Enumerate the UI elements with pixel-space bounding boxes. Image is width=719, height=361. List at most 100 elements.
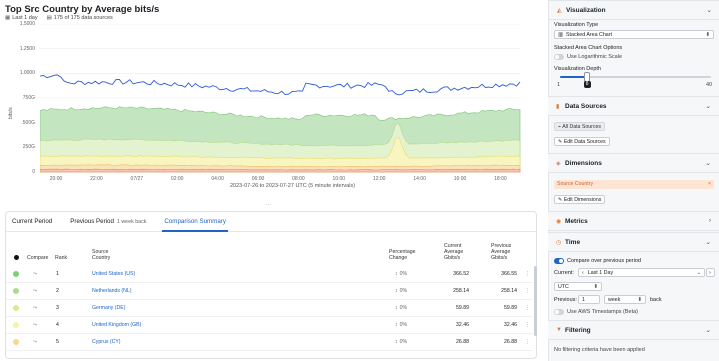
pencil-icon: ✎ — [558, 197, 563, 203]
y-tick-label: 1.0000 — [19, 70, 35, 77]
edit-dimensions-button[interactable]: ✎ Edit Dimensions — [554, 195, 606, 204]
section-metrics-header[interactable]: ◉ Metrics › — [548, 211, 719, 231]
rank-cell: 4 — [56, 322, 59, 328]
rank-cell: 1 — [56, 271, 59, 277]
back-label: back — [650, 297, 662, 303]
current-label: Current: — [554, 270, 574, 276]
country-link[interactable]: Cyprus (CY) — [92, 339, 121, 345]
table-row[interactable]: ⤳ 3 Germany (DE) ↕ 0% 59.89 59.89 ⋮ — [6, 300, 533, 317]
compare-trend-icon[interactable]: ⤳ — [33, 288, 37, 294]
table-row[interactable]: ⤳ 5 Cyprus (CY) ↕ 0% 26.88 26.88 ⋮ — [6, 334, 533, 351]
aws-timestamps-toggle[interactable] — [554, 309, 564, 315]
database-icon: ▤ — [46, 15, 52, 21]
percentage-change-cell: ↕ 0% — [395, 339, 408, 345]
series-cy-area[interactable] — [40, 168, 521, 173]
series-color-dot[interactable] — [13, 271, 19, 277]
next-range-button[interactable]: › — [706, 268, 715, 277]
series-color-dot[interactable] — [13, 322, 19, 328]
country-link[interactable]: United Kingdom (GB) — [92, 322, 141, 328]
timezone-select[interactable]: UTC ⬍ — [554, 282, 602, 291]
tab-current-period[interactable]: Current Period — [12, 212, 60, 231]
current-range-select[interactable]: ‹ Last 1 Day ⌄ — [578, 268, 705, 277]
percentage-change-cell: ↕ 0% — [395, 271, 408, 277]
y-tick-label: 750G — [22, 95, 35, 101]
all-data-sources-button[interactable]: ⌁ All Data Sources — [554, 122, 605, 131]
percentage-change-cell: ↕ 0% — [395, 305, 408, 311]
chevron-down-icon: ⬍ — [705, 32, 710, 38]
country-link[interactable]: United States (US) — [92, 271, 135, 277]
series-color-dot[interactable] — [13, 339, 19, 345]
x-axis-caption: 2023-07-26 to 2023-07-27 UTC (5 minute i… — [230, 183, 356, 189]
section-filtering-header[interactable]: ▼ Filtering ⌄ — [548, 320, 719, 340]
chevron-down-icon: ⌄ — [696, 270, 701, 276]
col-percentage-change[interactable]: Percentage Change — [389, 249, 416, 261]
data-sources-summary[interactable]: ▤ 175 of 175 data sources — [47, 15, 113, 21]
table-header: Compare Rank Source Country Percentage Cha… — [6, 243, 536, 266]
chevron-down-icon: ⌄ — [705, 327, 711, 334]
col-compare[interactable]: Compare — [27, 255, 48, 261]
country-link[interactable]: Germany (DE) — [92, 305, 125, 311]
compare-trend-icon[interactable]: ⤳ — [33, 271, 37, 277]
chevron-down-icon: ⬍ — [593, 284, 598, 290]
row-menu-icon[interactable]: ⋮ — [525, 322, 530, 328]
x-tick-label: 22:00 — [90, 176, 103, 182]
compare-trend-icon[interactable]: ⤳ — [33, 339, 37, 345]
x-tick-label: 12:00 — [372, 176, 386, 182]
tab-comparison-summary[interactable]: Comparison Summary — [162, 212, 234, 232]
col-current-average[interactable]: Current Average Gbits/s — [444, 243, 463, 261]
log-scale-toggle[interactable] — [554, 54, 564, 60]
trend-icon: ↕ — [395, 322, 398, 328]
x-tick-label: 04:00 — [211, 176, 224, 182]
current-average-cell: 32.46 — [456, 322, 469, 328]
previous-average-cell: 366.55 — [501, 271, 517, 277]
table-scrollbar[interactable] — [534, 266, 537, 336]
trend-icon: ↕ — [395, 288, 398, 294]
clock-icon: ◷ — [556, 240, 562, 246]
col-source[interactable]: Source Country — [92, 249, 110, 261]
compare-trend-icon[interactable]: ⤳ — [33, 322, 37, 328]
table-row[interactable]: ⤳ 1 United States (US) ↕ 0% 366.52 366.55 ⋮ — [6, 266, 533, 283]
country-link[interactable]: Netherlands (NL) — [92, 288, 132, 294]
row-menu-icon[interactable]: ⋮ — [525, 339, 530, 345]
table-row[interactable]: ⤳ 4 United Kingdom (GB) ↕ 0% 32.46 32.46 ⋮ — [6, 317, 533, 334]
x-tick-label: 18:00 — [494, 176, 507, 182]
col-rank[interactable]: Rank — [55, 255, 67, 261]
percentage-change-cell: ↕ 0% — [395, 288, 408, 294]
filtering-empty-message: No filtering criteria have been applied — [554, 347, 645, 353]
chevron-left-icon[interactable]: ‹ — [582, 270, 584, 276]
previous-amount-input[interactable]: 1 — [578, 295, 600, 304]
row-menu-icon[interactable]: ⋮ — [525, 271, 530, 277]
row-menu-icon[interactable]: ⋮ — [525, 305, 530, 311]
previous-average-cell: 258.14 — [501, 288, 517, 294]
previous-unit-select[interactable]: week ⬍ — [604, 295, 646, 304]
series-color-dot[interactable] — [13, 305, 19, 311]
section-dimensions-header[interactable]: ◈ Dimensions ⌄ — [548, 153, 719, 173]
compare-trend-icon[interactable]: ⤳ — [33, 305, 37, 311]
stacked-area-chart[interactable] — [40, 24, 537, 174]
section-data-sources-header[interactable]: ▮ Data Sources ⌄ — [548, 96, 719, 116]
series-color-dot[interactable] — [13, 288, 19, 294]
chevron-down-icon: ⌄ — [705, 160, 711, 167]
previous-average-cell: 26.88 — [504, 339, 517, 345]
depth-min: 1 — [557, 82, 561, 88]
chevron-down-icon: ⌄ — [705, 239, 711, 246]
section-visualization-header[interactable]: ◭ Visualization ⌄ — [549, 0, 719, 20]
compare-previous-toggle[interactable] — [554, 258, 564, 264]
dimension-chip-source-country[interactable]: Source Country × — [554, 180, 714, 189]
edit-data-sources-button[interactable]: ✎ Edit Data Sources — [554, 137, 610, 146]
chevron-down-icon: ⬍ — [637, 297, 642, 303]
tab-previous-period[interactable]: Previous Period 1 week back — [70, 212, 154, 231]
y-tick-label: 1.2500 — [19, 45, 35, 52]
close-icon[interactable]: × — [708, 181, 711, 187]
col-previous-average[interactable]: Previous Average Gbits/s — [491, 243, 511, 261]
resize-handle[interactable]: ⋯ — [266, 202, 271, 208]
trend-icon: ↕ — [395, 339, 398, 345]
chevron-right-icon: › — [709, 270, 711, 276]
rank-cell: 5 — [56, 339, 59, 345]
visualization-type-select[interactable]: ▥ Stacked Area Chart ⬍ — [554, 30, 714, 39]
table-row[interactable]: ⤳ 2 Netherlands (NL) ↕ 0% 258.14 258.14 ⋮ — [6, 283, 533, 300]
results-panel: Current Period Previous Period 1 week bac… — [5, 211, 537, 359]
row-menu-icon[interactable]: ⋮ — [525, 288, 530, 294]
section-time-header[interactable]: ◷ Time ⌄ — [548, 232, 719, 252]
select-all-toggle[interactable] — [14, 255, 19, 260]
